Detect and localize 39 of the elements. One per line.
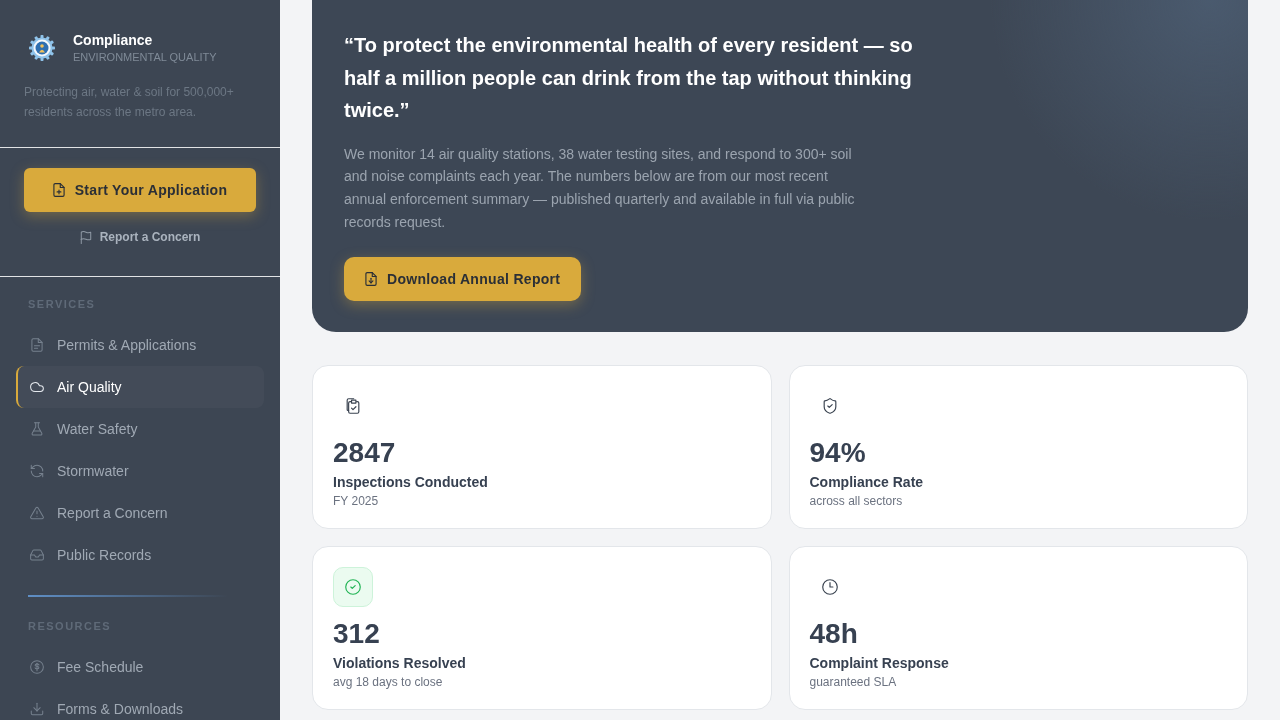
dollar-coin-icon	[30, 660, 44, 674]
nav-item[interactable]: Fee Schedule	[16, 646, 264, 688]
warning-icon	[30, 506, 44, 520]
nav-item[interactable]: Air Quality	[16, 366, 264, 408]
start-application-button[interactable]: Start Your Application	[24, 168, 256, 212]
stat-value: 48h	[809, 619, 858, 650]
nav-item[interactable]: Stormwater	[16, 450, 264, 492]
flask-icon	[30, 422, 44, 436]
stat-value: 2847	[333, 438, 396, 469]
nav-item[interactable]: Forms & Downloads	[16, 688, 264, 720]
nav-item[interactable]: Permits & Applications	[16, 324, 264, 366]
refresh-arrows-icon	[30, 464, 44, 478]
stat-note: FY 2025	[333, 493, 379, 511]
download-report-button[interactable]: Download Annual Report	[344, 257, 582, 302]
nav-item[interactable]: Water Safety	[16, 408, 264, 450]
seal-icon	[29, 35, 55, 61]
document-icon	[30, 338, 44, 352]
stat-label: Inspections Conducted	[333, 473, 488, 493]
file-download-icon	[365, 272, 377, 287]
stat-value: 312	[333, 619, 380, 650]
stat-label: Compliance Rate	[809, 473, 924, 493]
brand-title: Compliance	[73, 31, 154, 49]
nav-item[interactable]: Report a Concern	[16, 492, 264, 534]
file-plus-icon	[52, 183, 65, 197]
flag-icon	[79, 230, 92, 244]
brand-subtitle: ENVIRONMENTAL QUALITY	[73, 50, 217, 65]
stat-label: Violations Resolved	[333, 654, 466, 674]
stat-note: guaranteed SLA	[809, 674, 897, 692]
nav-item[interactable]: Public Records	[16, 534, 264, 576]
tray-icon	[30, 548, 44, 562]
stat-label: Complaint Response	[809, 654, 949, 674]
download-icon	[30, 702, 44, 716]
hero-description: We monitor 14 air quality stations, 38 water testing sites, and respond to 300+ soil and noise complaints each year. The numbers below are from our most recent annual enforcement summary — published quarterly and available in full via public records request.	[344, 144, 856, 232]
mission-quote: “To protect the environmental health of every resident — so half a million people can drink from the tap without thinking twice.”	[344, 33, 914, 123]
stat-note: avg 18 days to close	[333, 674, 443, 692]
stat-value: 94%	[809, 438, 866, 469]
cloud-icon	[30, 380, 44, 394]
report-concern-link[interactable]: Report a Concern	[79, 229, 201, 245]
stat-note: across all sectors	[809, 493, 903, 511]
